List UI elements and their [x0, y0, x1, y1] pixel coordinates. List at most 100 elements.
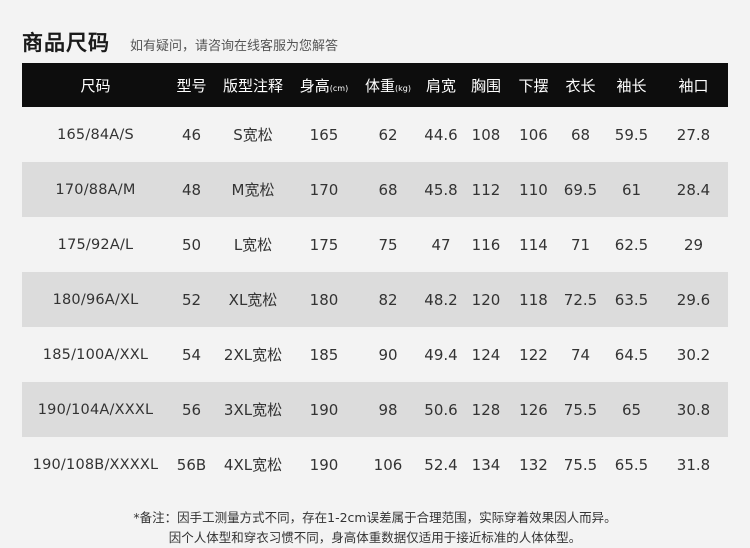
table-cell: 190	[292, 382, 356, 437]
table-cell: 106	[373, 455, 403, 474]
table-cell: 74	[570, 345, 591, 364]
table-row: 190/104A/XXXL 56 3XL宽松 190 98 50.6 128 126 75.5 6…	[22, 382, 728, 437]
table-cell: 52.4	[424, 455, 458, 474]
table-cell: 82	[356, 272, 420, 327]
column-header-label: 身高	[299, 76, 330, 95]
header-row: 尺码 型号 版型注释 身高(cm) 体重(kg) 肩宽 胸围 下摆 衣长 袖长 袖口	[22, 63, 728, 107]
column-header: 袖口	[659, 63, 728, 107]
column-header: 下摆	[510, 63, 557, 107]
table-cell: 128	[462, 382, 510, 437]
column-header: 袖长	[604, 63, 659, 107]
column-header: 肩宽	[420, 63, 462, 107]
table-cell: 28.4	[659, 162, 728, 217]
table-cell: 61	[604, 162, 659, 217]
page-subtitle: 如有疑问，请咨询在线客服为您解答	[130, 38, 339, 54]
table-cell: 165	[309, 125, 339, 144]
table-cell: 59.5	[614, 125, 649, 144]
column-header-unit: (cm)	[329, 83, 349, 93]
table-row: 170/88A/M 48 M宽松 170 68 45.8 112 110 69.5 61 28.4	[22, 162, 728, 217]
column-header-label: 体重	[365, 76, 396, 95]
table-cell: 27.8	[676, 125, 711, 144]
table-cell: 132	[519, 455, 548, 474]
table-row: 185/100A/XXL 54 2XL宽松 185 90 49.4 124 122 74 64.5…	[22, 327, 728, 382]
table-cell: 2XL宽松	[223, 346, 283, 364]
table-cell: 44.6	[424, 125, 458, 144]
notes: *备注：因手工测量方式不同，存在1-2cm误差属于合理范围，实际穿着效果因人而异…	[0, 508, 750, 548]
column-header-label: 肩宽	[425, 76, 456, 95]
table-row: 190/108B/XXXXL 56B 4XL宽松 190 106 52.4 134 132 75…	[22, 437, 728, 492]
column-header-label: 袖口	[678, 76, 709, 95]
column-header: 版型注释	[214, 63, 292, 107]
table-cell: 68	[570, 125, 591, 144]
table-cell: 116	[471, 235, 501, 254]
table-cell: 65	[604, 382, 659, 437]
table-cell: 49.4	[424, 345, 458, 364]
table-cell: S宽松	[233, 126, 273, 144]
table-row: 175/92A/L 50 L宽松 175 75 47 116 114 71 62.5 29	[22, 217, 728, 272]
table-cell: 72.5	[557, 272, 604, 327]
table-cell: 190/108B/XXXXL	[32, 456, 159, 473]
table-cell: 50	[181, 235, 202, 254]
table-cell: 75	[378, 235, 398, 254]
table-cell: 56B	[176, 455, 207, 474]
table-cell: 106	[519, 125, 548, 144]
column-header: 型号	[169, 63, 214, 107]
table-cell: 46	[181, 125, 202, 144]
column-header-label: 版型注释	[222, 76, 283, 95]
table-cell: 69.5	[557, 162, 604, 217]
table-cell: 45.8	[420, 162, 462, 217]
table-cell: 114	[519, 235, 548, 254]
table-cell: 29.6	[659, 272, 728, 327]
table-cell: 56	[169, 382, 214, 437]
table-cell: 175	[309, 235, 339, 254]
table-cell: 185/100A/XXL	[42, 346, 149, 363]
table-cell: 126	[510, 382, 557, 437]
table-cell: 30.8	[659, 382, 728, 437]
table-cell: 75.5	[557, 382, 604, 437]
column-header-label: 型号	[176, 76, 207, 95]
table-cell: 62	[378, 125, 398, 144]
table-cell: 71	[570, 235, 591, 254]
table-header: 尺码 型号 版型注释 身高(cm) 体重(kg) 肩宽 胸围 下摆 衣长 袖长 袖口	[22, 63, 728, 107]
table-cell: 118	[510, 272, 557, 327]
table-cell: 30.2	[676, 345, 711, 364]
table-cell: 48.2	[420, 272, 462, 327]
column-header: 体重(kg)	[356, 63, 420, 107]
table-body: 165/84A/S 46 S宽松 165 62 44.6 108 106 68 59.5 27.8 1…	[22, 107, 728, 492]
table-cell: 175/92A/L	[57, 236, 134, 253]
column-header: 尺码	[22, 63, 169, 107]
table-cell: 31.8	[676, 455, 711, 474]
table-cell: 65.5	[614, 455, 649, 474]
table-cell: L宽松	[233, 236, 273, 254]
table-cell: 110	[510, 162, 557, 217]
table-cell: 54	[181, 345, 202, 364]
table-cell: 75.5	[563, 455, 598, 474]
table-cell: 64.5	[614, 345, 649, 364]
table-cell: 180/96A/XL	[22, 272, 169, 327]
column-header-label: 尺码	[80, 76, 111, 95]
table-cell: 124	[471, 345, 501, 364]
table-cell: 180	[292, 272, 356, 327]
table-cell: 90	[378, 345, 398, 364]
table-cell: 68	[356, 162, 420, 217]
table-cell: 122	[519, 345, 548, 364]
table-cell: 29	[683, 235, 704, 254]
table-cell: 108	[471, 125, 501, 144]
table-cell: 50.6	[420, 382, 462, 437]
table-cell: 190/104A/XXXL	[22, 382, 169, 437]
table-cell: 170/88A/M	[22, 162, 169, 217]
column-header: 身高(cm)	[292, 63, 356, 107]
table-cell: 63.5	[604, 272, 659, 327]
table-cell: 134	[471, 455, 501, 474]
column-header-label: 袖长	[616, 76, 647, 95]
table-row: 180/96A/XL 52 XL宽松 180 82 48.2 120 118 72.5 63.5 2…	[22, 272, 728, 327]
page-title: 商品尺码	[22, 31, 110, 55]
table-cell: XL宽松	[214, 272, 292, 327]
table-cell: 190	[309, 455, 339, 474]
table-cell: M宽松	[214, 162, 292, 217]
note-line-1: *备注：因手工测量方式不同，存在1-2cm误差属于合理范围，实际穿着效果因人而异…	[133, 510, 617, 525]
table-cell: 170	[292, 162, 356, 217]
table-cell: 165/84A/S	[57, 126, 134, 143]
table-cell: 4XL宽松	[223, 456, 283, 474]
column-header: 胸围	[462, 63, 510, 107]
